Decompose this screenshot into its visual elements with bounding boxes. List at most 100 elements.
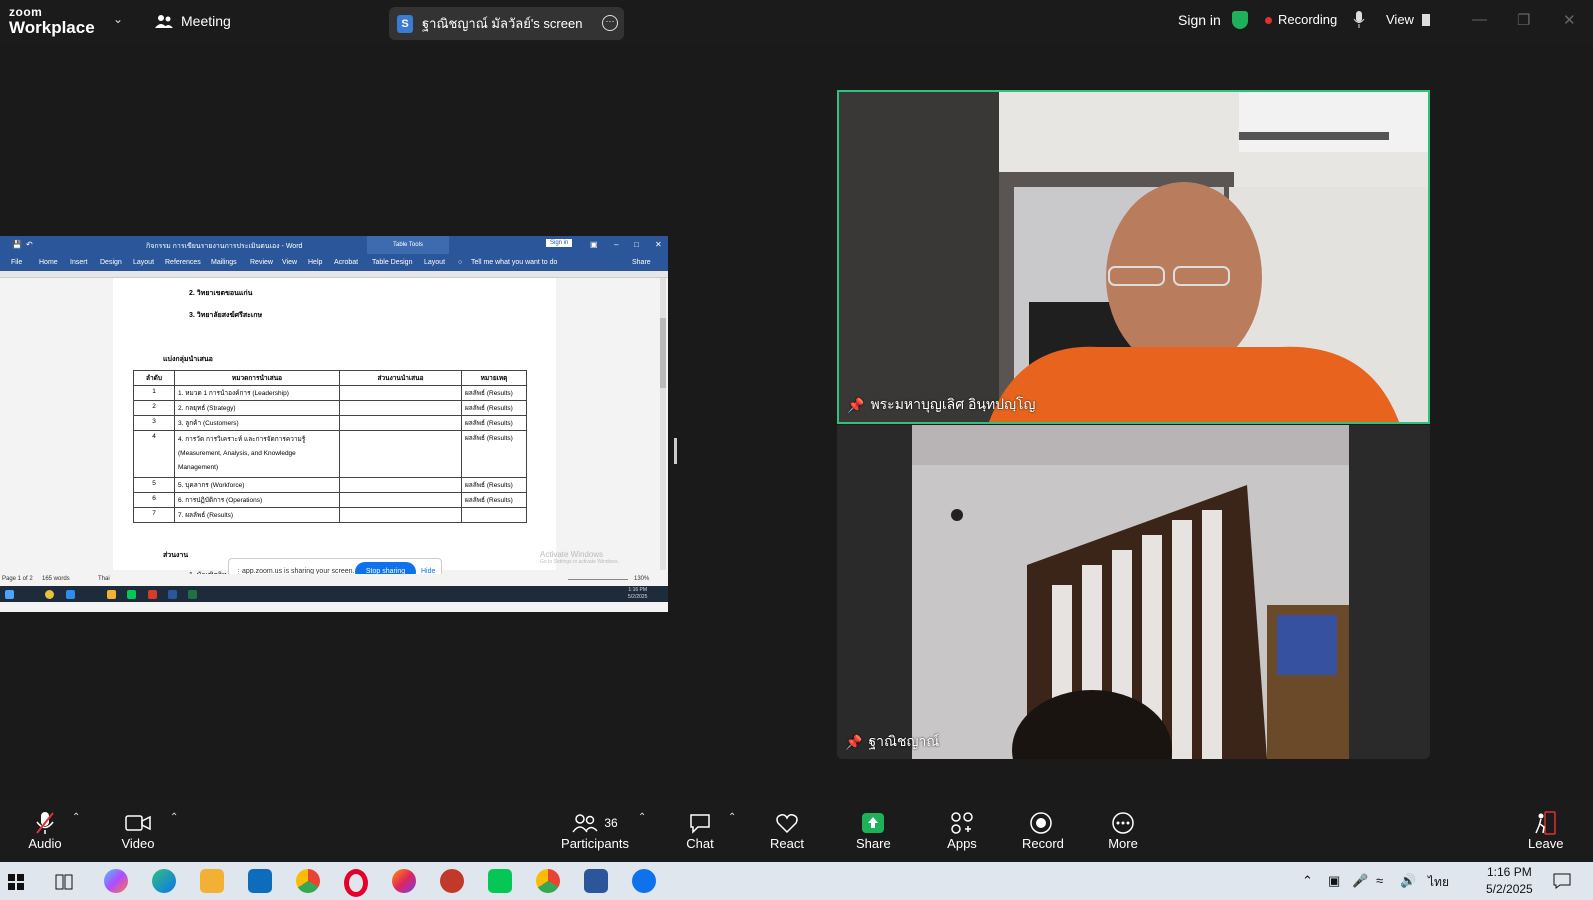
minimize-icon[interactable]: — xyxy=(1472,11,1487,28)
table-cell[interactable] xyxy=(339,385,462,401)
participants-options-caret-icon[interactable]: ⌃ xyxy=(638,812,646,823)
view-layout-icon[interactable] xyxy=(1422,14,1430,26)
firefox-icon[interactable] xyxy=(392,869,416,893)
input-language-indicator[interactable]: ไทย xyxy=(1428,873,1449,892)
table-cell[interactable]: 1. หมวด 1 การนำองค์การ (Leadership) xyxy=(174,385,340,401)
more-button[interactable]: More xyxy=(1108,810,1138,851)
table-cell[interactable] xyxy=(339,507,462,523)
chevron-down-icon[interactable]: ⌄ xyxy=(113,12,123,26)
tab-help[interactable]: Help xyxy=(308,259,322,266)
participants-button[interactable]: 36 Participants xyxy=(556,810,634,851)
zoom-slider[interactable] xyxy=(568,579,628,580)
copilot-icon[interactable] xyxy=(104,869,128,893)
react-button[interactable]: React xyxy=(768,810,806,851)
vertical-scrollbar[interactable] xyxy=(660,278,666,570)
notifications-icon[interactable] xyxy=(1553,873,1571,889)
sign-in-button[interactable]: Sign in xyxy=(1178,12,1221,28)
table-cell[interactable]: 5 xyxy=(133,477,175,493)
security-shield-icon[interactable] xyxy=(1232,11,1248,29)
pin-icon[interactable]: 📌 xyxy=(845,734,862,751)
line-app-icon[interactable] xyxy=(488,869,512,893)
task-view-icon[interactable] xyxy=(55,874,73,890)
apps-button[interactable]: Apps xyxy=(946,810,978,851)
status-zoom-level[interactable]: 130% xyxy=(634,576,649,582)
table-cell[interactable]: 2. กลยุทธ์ (Strategy) xyxy=(174,400,340,416)
share-button[interactable]: Share xyxy=(856,810,891,851)
word-share-button[interactable]: Share xyxy=(632,259,651,266)
video-button[interactable]: Video xyxy=(118,810,158,851)
table-cell[interactable]: 3. ลูกค้า (Customers) xyxy=(174,415,340,431)
chat-options-caret-icon[interactable]: ⌃ xyxy=(728,812,736,823)
ribbon-display-icon[interactable]: ▣ xyxy=(590,240,598,249)
tab-table-design[interactable]: Table Design xyxy=(372,259,412,266)
participant-video[interactable]: 📌 ฐาณิชญาณ์ xyxy=(837,425,1430,759)
camera-in-use-icon[interactable]: ▣ xyxy=(1328,873,1340,889)
tab-acrobat[interactable]: Acrobat xyxy=(334,259,358,266)
table-cell[interactable] xyxy=(339,400,462,416)
tab-home[interactable]: Home xyxy=(39,259,58,266)
presentation-table[interactable]: ลำดับ หมวดการนำเสนอ ส่วนงานนำเสนอ หมายเห… xyxy=(133,370,527,523)
app-red-icon[interactable] xyxy=(440,869,464,893)
save-icon[interactable]: 💾 xyxy=(12,240,22,249)
tab-design[interactable]: Design xyxy=(100,259,122,266)
word-close-icon[interactable]: ✕ xyxy=(655,240,662,249)
chrome-icon[interactable] xyxy=(296,869,320,893)
system-clock[interactable]: 1:16 PM 5/2/2025 xyxy=(1486,864,1533,898)
leave-button[interactable]: Leave xyxy=(1528,810,1563,851)
microphone-in-use-icon[interactable]: 🎤 xyxy=(1352,873,1368,889)
table-cell[interactable]: ผลลัพธ์ (Results) xyxy=(461,492,527,508)
show-hidden-icons-chevron-icon[interactable]: ⌃ xyxy=(1302,873,1313,889)
status-language[interactable]: Thai xyxy=(98,576,110,582)
view-button[interactable]: View xyxy=(1386,12,1414,27)
table-cell[interactable]: 4. การวัด การวิเคราะห์ และการจัดการความร… xyxy=(174,430,340,478)
scroll-thumb[interactable] xyxy=(660,318,666,388)
recording-status[interactable]: Recording xyxy=(1278,12,1337,27)
network-icon[interactable]: ≈ xyxy=(1376,873,1383,888)
table-cell[interactable] xyxy=(339,477,462,493)
outlook-icon[interactable] xyxy=(248,869,272,893)
word-minimize-icon[interactable]: – xyxy=(614,240,618,249)
status-word-count[interactable]: 165 words xyxy=(42,576,70,582)
word-restore-icon[interactable]: □ xyxy=(634,240,639,249)
status-page-count[interactable]: Page 1 of 2 xyxy=(2,576,33,582)
table-cell[interactable]: 7 xyxy=(133,507,175,523)
table-row[interactable]: 3 3. ลูกค้า (Customers) ผลลัพธ์ (Results) xyxy=(133,415,527,431)
table-cell[interactable]: ผลลัพธ์ (Results) xyxy=(461,385,527,401)
table-cell[interactable]: 3 xyxy=(133,415,175,431)
horizontal-ruler[interactable] xyxy=(0,271,668,278)
restore-icon[interactable]: ❐ xyxy=(1517,11,1530,29)
table-cell[interactable]: ผลลัพธ์ (Results) xyxy=(461,400,527,416)
file-explorer-icon[interactable] xyxy=(200,869,224,893)
view-splitter-handle[interactable] xyxy=(674,438,677,464)
chrome-profile-icon[interactable] xyxy=(536,869,560,893)
table-cell[interactable]: 4 xyxy=(133,430,175,478)
more-options-icon[interactable]: ··· xyxy=(602,15,618,31)
word-sign-in-button[interactable]: Sign in xyxy=(546,239,573,247)
tab-table-layout[interactable]: Layout xyxy=(424,259,445,266)
audio-button[interactable]: Audio xyxy=(24,810,66,851)
table-cell[interactable]: ผลลัพธ์ (Results) xyxy=(461,415,527,431)
microphone-icon[interactable] xyxy=(1353,11,1365,29)
edge-browser-icon[interactable] xyxy=(152,869,176,893)
windows-start-icon[interactable] xyxy=(8,874,24,890)
undo-icon[interactable]: ↶ xyxy=(26,240,33,249)
table-cell[interactable]: 2 xyxy=(133,400,175,416)
record-button[interactable]: Record xyxy=(1022,810,1064,851)
table-cell[interactable]: 6 xyxy=(133,492,175,508)
opera-icon[interactable] xyxy=(344,869,368,897)
audio-options-caret-icon[interactable]: ⌃ xyxy=(72,812,80,823)
pin-icon[interactable]: 📌 xyxy=(847,397,864,414)
active-speaker-video[interactable]: 📌 พระมหาบุญเลิศ อินฺทปญฺโญ xyxy=(837,90,1430,424)
tab-insert[interactable]: Insert xyxy=(70,259,88,266)
tab-references[interactable]: References xyxy=(165,259,201,266)
table-cell[interactable]: 5. บุคลากร (Workforce) xyxy=(174,477,340,493)
table-row[interactable]: 7 7. ผลลัพธ์ (Results) xyxy=(133,507,527,523)
volume-icon[interactable]: 🔊 xyxy=(1400,873,1416,889)
table-cell[interactable] xyxy=(339,492,462,508)
table-cell[interactable] xyxy=(339,430,462,478)
close-icon[interactable]: ✕ xyxy=(1563,11,1576,29)
tab-file[interactable]: File xyxy=(11,259,22,266)
table-cell[interactable]: ผลลัพธ์ (Results) xyxy=(461,477,527,493)
table-cell[interactable]: ผลลัพธ์ (Results) xyxy=(461,430,527,478)
tab-review[interactable]: Review xyxy=(250,259,273,266)
